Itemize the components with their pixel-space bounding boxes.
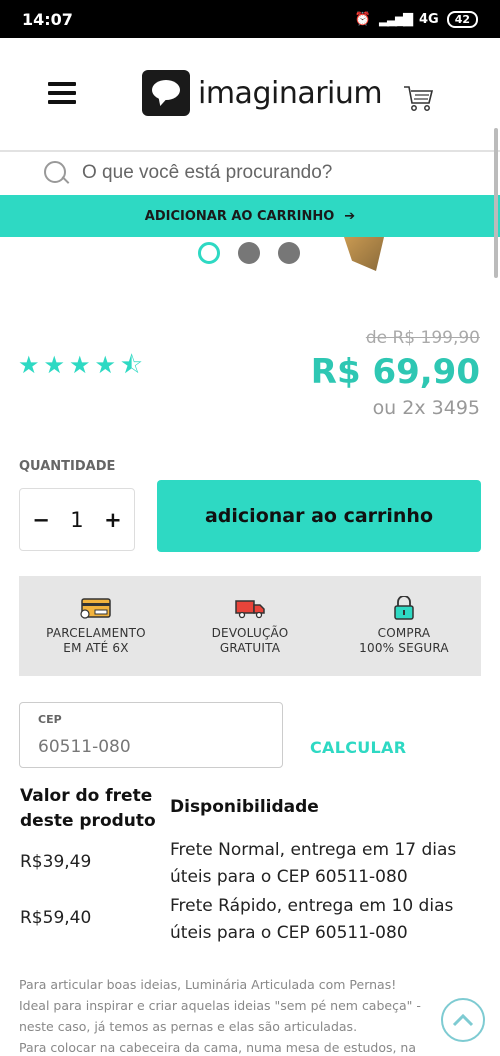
star-icon: ★: [69, 351, 91, 379]
arrow-right-icon: ➔: [344, 208, 356, 224]
status-icons: ⏰ ▂▃▅▇ 4G 42: [354, 10, 478, 28]
carousel-dot[interactable]: [198, 242, 220, 264]
product-image-carousel[interactable]: [0, 237, 500, 277]
battery-icon: 42: [446, 10, 478, 28]
hamburger-menu-icon[interactable]: [48, 82, 76, 104]
speech-bubble-logo-icon: [142, 70, 190, 116]
carousel-dots: [198, 242, 300, 264]
search-icon[interactable]: [42, 159, 70, 187]
shipping-price-header: Valor do frete deste produto: [20, 784, 160, 834]
add-to-cart-button[interactable]: adicionar ao carrinho: [157, 480, 481, 552]
sticky-add-to-cart-button[interactable]: ADICIONAR AO CARRINHO ➔: [0, 195, 500, 237]
shipping-row-desc: Frete Rápido, entrega em 10 dias úteis p…: [170, 893, 480, 947]
page-scrollbar[interactable]: [494, 128, 498, 278]
carousel-dot[interactable]: [278, 242, 300, 264]
brand-logo[interactable]: imaginarium: [142, 70, 383, 116]
increase-quantity-button[interactable]: +: [100, 508, 126, 532]
shipping-row-desc: Frete Normal, entrega em 17 dias úteis p…: [170, 837, 480, 891]
star-icon: ★: [94, 351, 117, 379]
search-input[interactable]: [82, 162, 462, 184]
alarm-icon: ⏰: [354, 11, 371, 27]
shipping-row-line: Frete Normal, entrega em 17 dias: [170, 840, 457, 860]
shipping-row-line: Frete Rápido, entrega em 10 dias: [170, 896, 454, 916]
star-icon: ★: [43, 351, 66, 379]
current-price: R$ 69,90: [310, 352, 480, 392]
cep-input[interactable]: [38, 737, 268, 757]
description-line: Ideal para inspirar e criar aquelas idei…: [19, 998, 421, 1013]
description-line: Para colocar na cabeceira da cama, numa …: [19, 1040, 417, 1055]
truck-icon: [235, 600, 265, 619]
shipping-row-price: R$59,40: [20, 908, 92, 928]
benefit-text-line: GRATUITA: [219, 641, 281, 655]
star-icon: ★: [18, 351, 40, 379]
status-time: 14:07: [22, 9, 73, 29]
benefit-text-line: PARCELAMENTO: [46, 626, 146, 640]
star-half-icon: ⯪: [120, 351, 143, 379]
shopping-cart-icon[interactable]: [403, 84, 435, 112]
card-icon: [80, 598, 111, 619]
cep-label: CEP: [38, 713, 62, 726]
decrease-quantity-button[interactable]: −: [28, 508, 54, 532]
shipping-price-header-line: Valor do frete: [20, 786, 153, 806]
sticky-add-to-cart-label: ADICIONAR AO CARRINHO: [144, 208, 335, 224]
benefit-secure-purchase: COMPRA 100% SEGURA: [327, 576, 481, 676]
shipping-price-header-line: deste produto: [20, 811, 156, 831]
shipping-row-line: úteis para o CEP 60511-080: [170, 923, 408, 943]
benefit-text-line: 100% SEGURA: [359, 641, 449, 655]
chevron-up-icon: [452, 1013, 474, 1027]
carousel-dot[interactable]: [238, 242, 260, 264]
site-header: imaginarium: [0, 38, 500, 150]
benefit-installments: PARCELAMENTO EM ATÉ 6X: [19, 576, 173, 676]
old-price: de R$ 199,90: [365, 328, 480, 348]
benefit-text-line: DEVOLUÇÃO: [211, 626, 289, 640]
benefit-text-line: EM ATÉ 6X: [63, 641, 129, 655]
back-to-top-button[interactable]: [441, 998, 485, 1042]
installments: ou 2x 3495: [372, 397, 480, 419]
description-line: Para articular boas ideias, Luminária Ar…: [19, 977, 397, 992]
availability-header: Disponibilidade: [170, 797, 319, 817]
search-bar: [0, 150, 500, 194]
benefits-panel: PARCELAMENTO EM ATÉ 6X DEVOLUÇÃO GRATUIT…: [19, 576, 481, 676]
benefit-free-returns: DEVOLUÇÃO GRATUITA: [173, 576, 327, 676]
network-type: 4G: [418, 11, 439, 27]
calculate-shipping-button[interactable]: CALCULAR: [310, 738, 406, 757]
product-image-fragment: [344, 237, 384, 271]
logo-text: imaginarium: [198, 75, 383, 111]
add-to-cart-label: adicionar ao carrinho: [204, 505, 434, 527]
signal-icon: ▂▃▅▇: [378, 11, 413, 27]
benefit-text-line: COMPRA: [377, 626, 431, 640]
cep-field: CEP: [19, 702, 283, 768]
quantity-label: QUANTIDADE: [19, 459, 116, 474]
quantity-value[interactable]: 1: [70, 508, 83, 532]
rating-stars: ★ ★ ★ ★ ⯪: [18, 352, 143, 378]
description-line: neste caso, já temos as pernas e elas sã…: [19, 1019, 358, 1034]
product-description: Para articular boas ideias, Luminária Ar…: [19, 974, 459, 1056]
quantity-stepper: − 1 +: [19, 488, 135, 551]
shipping-row-line: úteis para o CEP 60511-080: [170, 867, 408, 887]
shipping-row-price: R$39,49: [20, 852, 92, 872]
status-bar: 14:07 ⏰ ▂▃▅▇ 4G 42: [0, 0, 500, 38]
lock-icon: [394, 596, 414, 620]
